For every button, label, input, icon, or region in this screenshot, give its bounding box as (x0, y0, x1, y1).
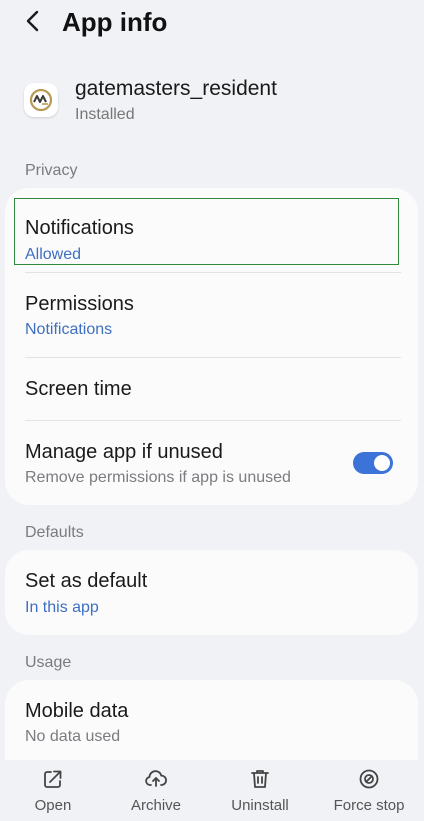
bottom-action-bar: Open Archive Uninstall Force stop (0, 760, 424, 821)
permissions-row[interactable]: Permissions Notifications (5, 273, 418, 357)
open-label: Open (34, 797, 72, 814)
screen-time-title: Screen time (25, 378, 132, 400)
cloud-upload-icon (145, 770, 167, 787)
defaults-card: Set as default In this app (5, 550, 418, 635)
focus-highlight (14, 198, 399, 265)
mobile-data-value: No data used (25, 728, 121, 745)
permissions-value: Notifications (25, 321, 113, 338)
permissions-title: Permissions (25, 293, 134, 315)
app-name: gatemasters_resident (75, 77, 277, 100)
toggle-knob (374, 455, 390, 471)
app-header: gatemasters_resident Installed (0, 70, 424, 130)
page-title: App info (62, 7, 168, 37)
app-install-status: Installed (75, 106, 135, 123)
screen-time-row[interactable]: Screen time (5, 358, 418, 420)
force-stop-button[interactable]: Force stop (321, 760, 417, 821)
app-icon (24, 83, 58, 117)
archive-label: Archive (130, 797, 182, 814)
open-external-icon (44, 770, 62, 788)
gatemasters-logo-icon (29, 88, 53, 112)
section-label-defaults: Defaults (25, 524, 84, 541)
mobile-data-row[interactable]: Mobile data No data used (5, 680, 418, 760)
set-as-default-value: In this app (25, 599, 99, 616)
stop-icon (359, 769, 379, 789)
usage-card: Mobile data No data used (5, 680, 418, 760)
archive-button[interactable]: Archive (108, 760, 204, 821)
back-button[interactable] (18, 6, 48, 36)
uninstall-label: Uninstall (231, 797, 289, 814)
trash-icon (251, 770, 269, 788)
manage-app-if-unused-description: Remove permissions if app is unused (25, 469, 291, 486)
chevron-left-icon (26, 10, 39, 32)
set-as-default-row[interactable]: Set as default In this app (5, 550, 418, 635)
manage-app-if-unused-title: Manage app if unused (25, 441, 223, 463)
app-bar: App info (0, 0, 424, 44)
set-as-default-title: Set as default (25, 570, 148, 592)
mobile-data-title: Mobile data (25, 700, 129, 722)
uninstall-button[interactable]: Uninstall (212, 760, 308, 821)
open-button[interactable]: Open (5, 760, 101, 821)
force-stop-label: Force stop (333, 797, 405, 814)
manage-app-if-unused-toggle[interactable] (353, 452, 393, 474)
section-label-usage: Usage (25, 654, 72, 671)
section-label-privacy: Privacy (25, 162, 78, 179)
